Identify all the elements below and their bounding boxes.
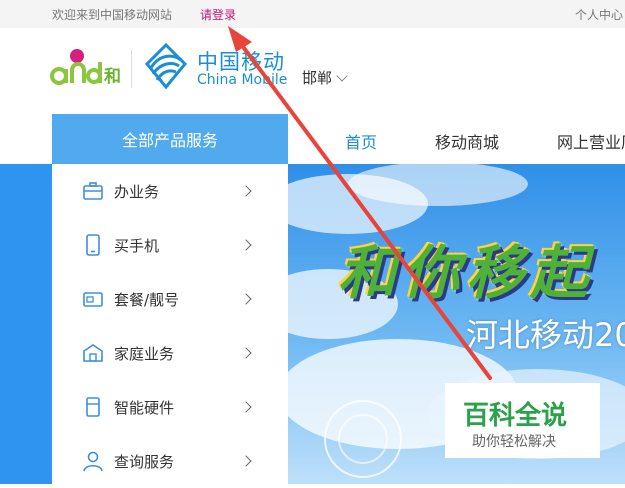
header: 和 中国移动 China Mobile 邯郸: [0, 28, 625, 114]
watermark-subtitle: 助你轻松解决: [472, 434, 556, 450]
logo-divider: [131, 50, 132, 88]
briefcase-icon: [83, 182, 103, 200]
side-item-family[interactable]: 家庭业务: [52, 326, 288, 380]
side-item-smart-hardware[interactable]: 智能硬件: [52, 380, 288, 434]
chevron-right-icon: [240, 185, 252, 197]
login-link[interactable]: 请登录: [200, 6, 236, 23]
all-products-label: 全部产品服务: [121, 131, 218, 150]
main-nav: 全部产品服务 首页 移动商城 网上营业厅: [0, 114, 625, 164]
side-item-label: 家庭业务: [114, 344, 175, 363]
chevron-right-icon: [240, 347, 252, 359]
sim-card-icon: [83, 292, 103, 307]
side-item-label: 办业务: [114, 182, 160, 201]
side-item-label: 智能硬件: [114, 398, 175, 417]
chevron-right-icon: [240, 455, 252, 467]
chevron-down-icon: [336, 69, 348, 82]
and-logo[interactable]: 和: [50, 46, 122, 90]
user-icon: [83, 451, 103, 472]
tab-home[interactable]: 首页: [345, 129, 377, 153]
tab-mobile-mall[interactable]: 移动商城: [435, 129, 499, 153]
banner-title: 和你移起: [338, 239, 595, 307]
banner-subtitle: 河北移动20: [466, 316, 625, 354]
chevron-right-icon: [240, 239, 252, 251]
tab-online-hall[interactable]: 网上营业厅: [557, 129, 625, 153]
chevron-right-icon: [240, 293, 252, 305]
side-item-plans[interactable]: 套餐/靓号: [52, 272, 288, 326]
top-bar: 欢迎来到中国移动网站 请登录 个人中心: [0, 0, 625, 28]
watermark-title: 百科全说: [463, 401, 568, 431]
side-item-label: 买手机: [114, 236, 160, 255]
svg-text:和: 和: [104, 67, 121, 87]
city-selector[interactable]: 邯郸: [302, 67, 348, 88]
background-stripe: [0, 164, 52, 484]
side-item-label: 查询服务: [114, 452, 175, 471]
device-icon: [86, 397, 100, 417]
side-item-label: 套餐/靓号: [114, 290, 180, 309]
side-item-query[interactable]: 查询服务: [52, 434, 288, 488]
chevron-right-icon: [240, 401, 252, 413]
watermark-logo: 百科全说 助你轻松解决: [445, 383, 600, 458]
side-item-business[interactable]: 办业务: [52, 164, 288, 218]
china-mobile-emblem-icon: [144, 42, 188, 90]
home-icon: [83, 344, 103, 362]
user-center-link[interactable]: 个人中心: [575, 6, 623, 23]
brand-name-en: China Mobile: [197, 72, 288, 88]
china-mobile-logo[interactable]: 中国移动 China Mobile: [143, 42, 293, 94]
side-menu: 办业务 买手机 套餐/靓号 家庭业务 智能硬件 查询服务: [52, 164, 288, 484]
side-item-buy-phone[interactable]: 买手机: [52, 218, 288, 272]
phone-icon: [86, 234, 100, 256]
city-label: 邯郸: [302, 69, 333, 87]
welcome-text: 欢迎来到中国移动网站: [52, 8, 173, 22]
all-products-button[interactable]: 全部产品服务: [52, 114, 288, 164]
